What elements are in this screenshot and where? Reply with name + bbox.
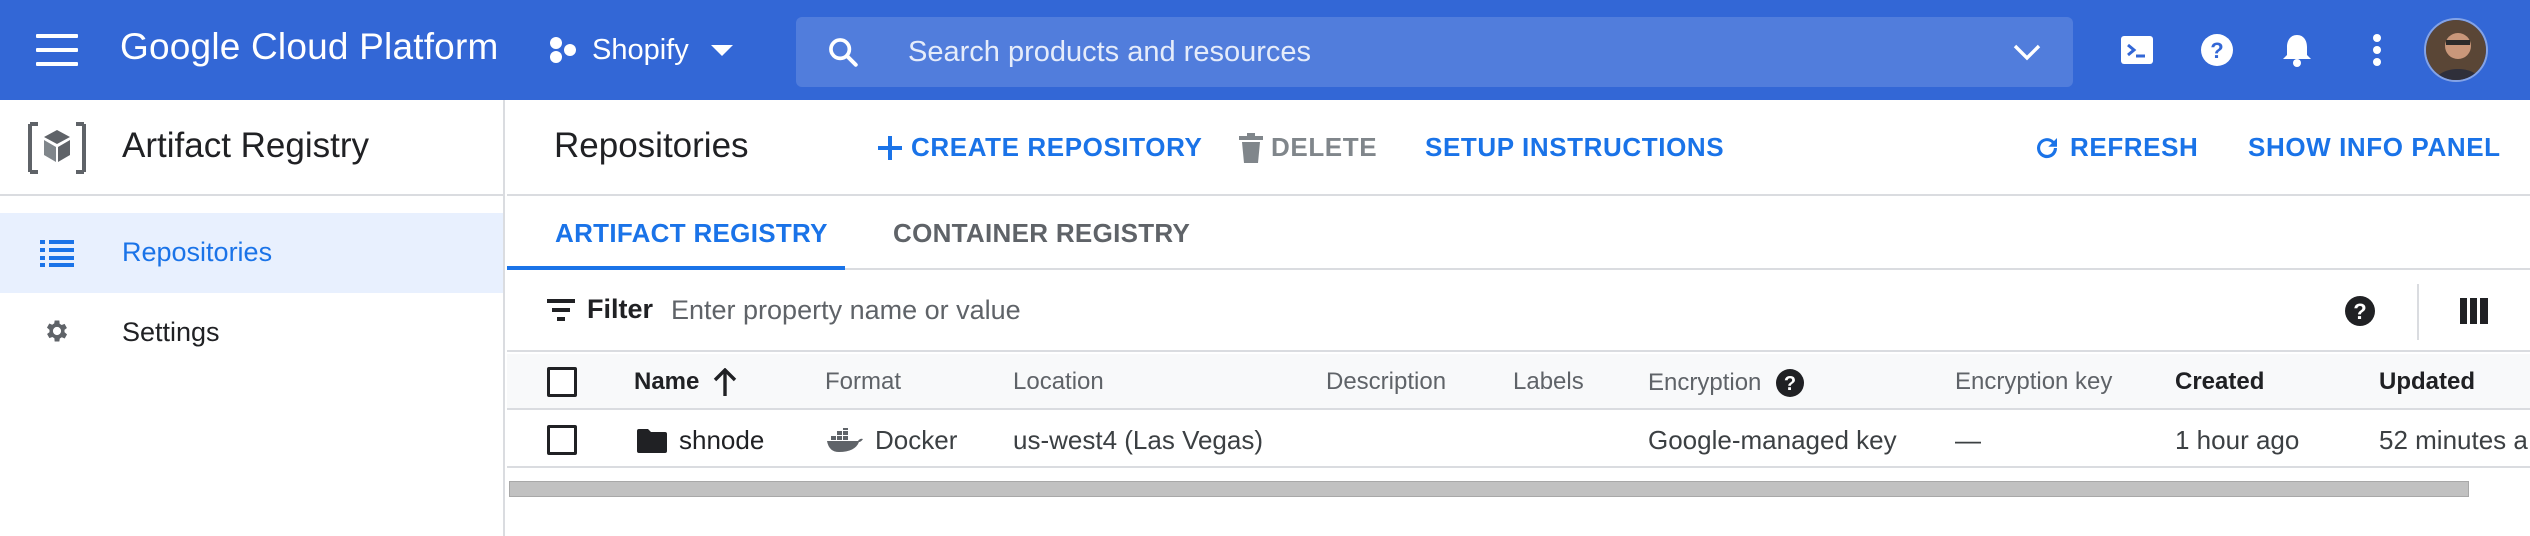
- help-icon[interactable]: ?: [1775, 368, 1805, 398]
- filter-icon: [547, 298, 575, 321]
- tab-bar: ARTIFACT REGISTRY CONTAINER REGISTRY: [507, 198, 2530, 270]
- column-header-location[interactable]: Location: [1013, 368, 1104, 396]
- artifact-registry-logo-icon: [28, 122, 86, 174]
- chevron-down-icon[interactable]: [2011, 41, 2043, 63]
- action-toolbar: Repositories CREATE REPOSITORY DELETE SE…: [507, 100, 2530, 196]
- help-icon[interactable]: ?: [2344, 295, 2376, 327]
- menu-icon[interactable]: [36, 34, 78, 66]
- filter-input[interactable]: [671, 288, 1771, 332]
- docker-icon: [827, 427, 863, 452]
- column-header-created[interactable]: Created: [2175, 368, 2264, 396]
- sidebar-item-label: Settings: [122, 317, 220, 347]
- cell-location: us-west4 (Las Vegas): [1013, 425, 1264, 455]
- cell-encryption-key: —: [1955, 425, 1981, 455]
- folder-icon: [637, 428, 667, 453]
- setup-instructions-button[interactable]: SETUP INSTRUCTIONS: [1425, 132, 1724, 163]
- notifications-icon[interactable]: [2277, 30, 2317, 70]
- chevron-down-icon: [710, 44, 733, 56]
- filter-bar: Filter ?: [507, 272, 2530, 352]
- search-icon: [829, 38, 858, 67]
- svg-text:?: ?: [1784, 373, 1796, 395]
- tab-artifact-registry[interactable]: ARTIFACT REGISTRY: [555, 218, 828, 249]
- column-display-options-icon[interactable]: [2460, 298, 2488, 324]
- page-title: Repositories: [554, 126, 749, 165]
- main-content: Repositories CREATE REPOSITORY DELETE SE…: [507, 100, 2530, 536]
- project-icon: [550, 37, 576, 63]
- left-nav: Artifact Registry Repositories Settings: [0, 100, 505, 536]
- create-repository-button[interactable]: CREATE REPOSITORY: [877, 132, 1202, 163]
- cell-format: Docker: [827, 425, 957, 456]
- product-header: Artifact Registry: [0, 100, 505, 196]
- table-header: Name Format Location Description Labels …: [507, 354, 2530, 410]
- trash-icon: [1239, 132, 1263, 163]
- cloud-shell-icon[interactable]: [2117, 30, 2157, 70]
- product-title: Artifact Registry: [122, 126, 369, 165]
- select-all-checkbox[interactable]: [547, 367, 577, 397]
- more-vert-icon[interactable]: [2357, 30, 2397, 70]
- column-header-format[interactable]: Format: [825, 368, 901, 396]
- project-selector[interactable]: Shopify: [548, 24, 733, 76]
- row-checkbox[interactable]: [547, 425, 577, 455]
- delete-button[interactable]: DELETE: [1239, 132, 1377, 163]
- table-row: shnode Docker us-west4 (Las Vegas) Googl…: [507, 412, 2530, 468]
- show-info-panel-button[interactable]: SHOW INFO PANEL: [2248, 132, 2501, 163]
- column-header-labels[interactable]: Labels: [1513, 368, 1584, 396]
- filter-label[interactable]: Filter: [547, 294, 653, 325]
- plus-icon: [878, 135, 902, 160]
- column-header-description[interactable]: Description: [1326, 368, 1446, 396]
- sort-arrow-up-icon: [714, 368, 737, 396]
- help-icon[interactable]: ?: [2197, 30, 2237, 70]
- search-input[interactable]: [908, 17, 1958, 87]
- project-name: Shopify: [592, 33, 689, 66]
- brand-title[interactable]: Google Cloud Platform: [120, 26, 499, 68]
- column-header-name[interactable]: Name: [634, 368, 737, 396]
- column-header-encryption[interactable]: Encryption ?: [1648, 368, 1805, 398]
- top-app-bar: Google Cloud Platform Shopify ?: [0, 0, 2530, 100]
- search-box[interactable]: [796, 17, 2073, 87]
- svg-text:?: ?: [2353, 299, 2366, 324]
- sidebar-item-settings[interactable]: Settings: [0, 293, 503, 373]
- avatar[interactable]: [2424, 18, 2488, 82]
- column-header-encryption-key[interactable]: Encryption key: [1955, 368, 2112, 396]
- cell-created: 1 hour ago: [2175, 425, 2300, 455]
- gear-icon: [46, 320, 68, 342]
- cell-name[interactable]: shnode: [637, 425, 764, 456]
- sidebar-item-label: Repositories: [122, 237, 273, 267]
- sidebar-item-repositories[interactable]: Repositories: [0, 213, 503, 293]
- cell-encryption: Google-managed key: [1648, 425, 1897, 455]
- active-tab-indicator: [507, 266, 845, 270]
- column-header-updated[interactable]: Updated: [2379, 368, 2475, 396]
- svg-text:?: ?: [2210, 38, 2223, 63]
- refresh-button[interactable]: REFRESH: [2032, 132, 2198, 163]
- divider: [2417, 284, 2419, 340]
- refresh-icon: [2037, 137, 2058, 158]
- tab-container-registry[interactable]: CONTAINER REGISTRY: [893, 218, 1190, 249]
- list-icon: [40, 240, 74, 267]
- cell-updated: 52 minutes a: [2379, 425, 2528, 455]
- horizontal-scrollbar[interactable]: [509, 481, 2469, 497]
